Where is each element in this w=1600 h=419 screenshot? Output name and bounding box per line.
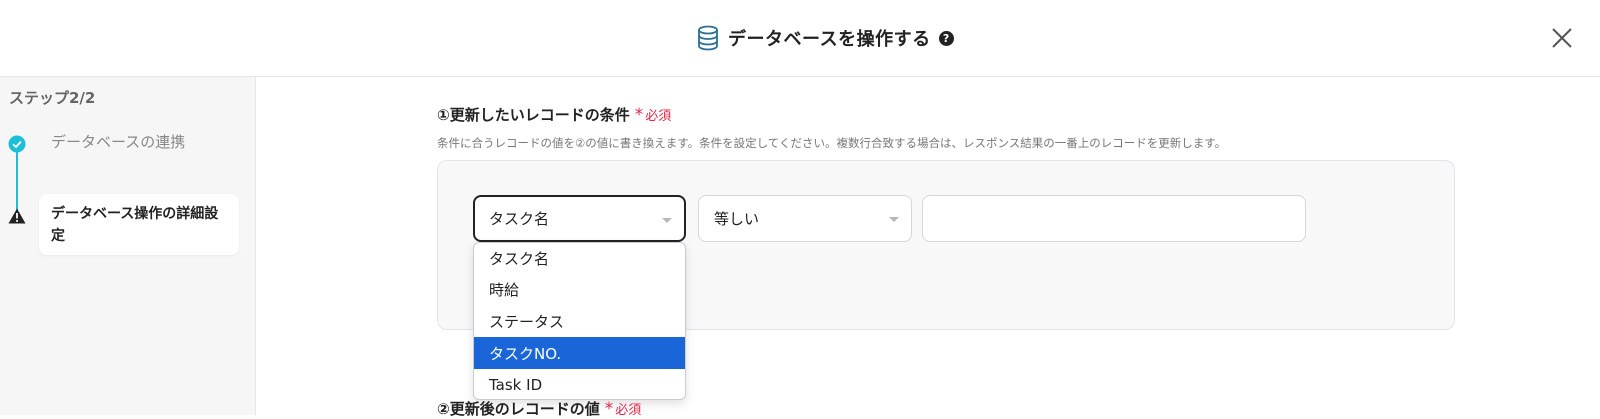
required-badge: * 必須 bbox=[604, 399, 642, 419]
field-dropdown-menu: タスク名 時給 ステータス タスクNO. Task ID bbox=[473, 242, 686, 400]
modal-title-text: データベースを操作する bbox=[728, 29, 931, 50]
section-updated-values-title: ②更新後のレコードの値 * 必須 bbox=[437, 398, 641, 419]
dropdown-option[interactable]: ステータス bbox=[474, 305, 685, 337]
chevron-down-icon bbox=[662, 218, 672, 223]
step-count: ステップ2/2 bbox=[9, 89, 96, 107]
section-updated-values-label: ②更新後のレコードの値 bbox=[437, 400, 600, 418]
condition-value-input[interactable] bbox=[922, 195, 1306, 242]
chevron-down-icon bbox=[889, 217, 899, 222]
step-sidebar: ステップ2/2 データベースの連携 データベース操作の詳細設定 bbox=[0, 77, 256, 415]
section-condition-description: 条件に合うレコードの値を②の値に書き換えます。条件を設定してください。複数行合致… bbox=[437, 136, 1227, 150]
step-item-database-link[interactable]: データベースの連携 bbox=[51, 131, 185, 152]
modal-header: データベースを操作する ? bbox=[0, 0, 1600, 77]
modal-title: データベースを操作する ? bbox=[696, 22, 954, 54]
dropdown-option[interactable]: タスク名 bbox=[474, 243, 685, 273]
step-item-operation-settings[interactable]: データベース操作の詳細設定 bbox=[39, 194, 239, 255]
database-icon bbox=[698, 25, 718, 51]
field-select[interactable]: タスク名 bbox=[473, 195, 686, 242]
required-badge: * 必須 bbox=[634, 105, 672, 125]
section-condition-label: ①更新したいレコードの条件 bbox=[437, 106, 630, 124]
dropdown-option[interactable]: Task ID bbox=[474, 369, 685, 399]
dropdown-option-highlighted[interactable]: タスクNO. bbox=[474, 337, 685, 369]
dropdown-option[interactable]: 時給 bbox=[474, 273, 685, 305]
close-icon[interactable] bbox=[1550, 26, 1574, 50]
section-condition-title: ①更新したいレコードの条件 * 必須 bbox=[437, 104, 671, 125]
operator-select-value: 等しい bbox=[714, 210, 760, 228]
check-circle-icon bbox=[8, 135, 26, 153]
operator-select[interactable]: 等しい bbox=[698, 195, 912, 242]
field-select-value: タスク名 bbox=[489, 210, 550, 228]
help-icon[interactable]: ? bbox=[938, 30, 954, 46]
warning-icon bbox=[8, 208, 26, 224]
